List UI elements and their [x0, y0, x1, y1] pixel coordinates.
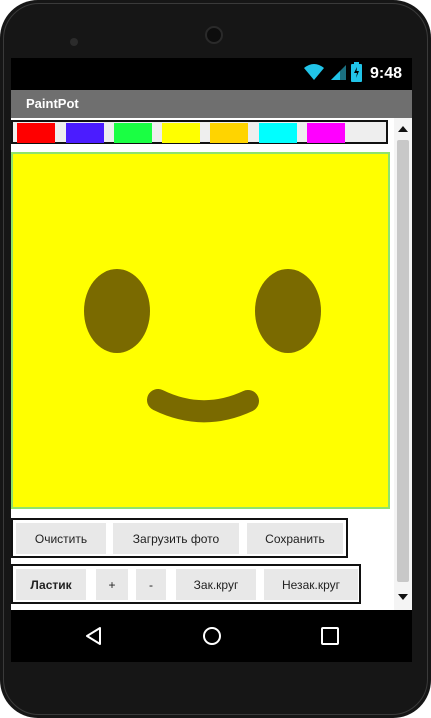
clear-button[interactable]: Очистить	[16, 523, 106, 554]
screen: 9:48 PaintPot Очистить Загрузить фото Со…	[11, 58, 412, 662]
smile	[147, 389, 259, 423]
left-eye	[84, 269, 150, 353]
size-minus-button[interactable]: -	[136, 569, 166, 600]
front-camera	[205, 26, 223, 44]
swatch-blue[interactable]	[66, 123, 104, 143]
wifi-icon	[303, 63, 325, 86]
back-icon[interactable]	[82, 624, 106, 648]
status-time: 9:48	[369, 65, 402, 82]
nav-bar	[11, 610, 412, 662]
swatch-magenta[interactable]	[307, 123, 345, 143]
phone-frame: 9:48 PaintPot Очистить Загрузить фото Со…	[0, 0, 431, 718]
recents-icon[interactable]	[318, 624, 342, 648]
swatch-cyan[interactable]	[259, 123, 297, 143]
status-bar: 9:48	[11, 58, 412, 90]
swatch-gold[interactable]	[210, 123, 248, 143]
app-title: PaintPot	[26, 96, 79, 111]
title-bar: PaintPot	[11, 90, 412, 118]
status-icons: 9:48	[303, 61, 402, 87]
action-row: Очистить Загрузить фото Сохранить	[11, 518, 348, 558]
home-icon[interactable]	[200, 624, 224, 648]
canvas-drawing	[84, 269, 321, 423]
filled-circle-button[interactable]: Зак.круг	[176, 569, 256, 600]
size-plus-button[interactable]: +	[96, 569, 128, 600]
swatch-yellow[interactable]	[162, 123, 200, 143]
scrollbar[interactable]	[394, 118, 412, 610]
save-button[interactable]: Сохранить	[247, 523, 343, 554]
drawing-canvas[interactable]	[11, 152, 390, 509]
swatch-green[interactable]	[114, 123, 152, 143]
empty-circle-button[interactable]: Незак.круг	[264, 569, 358, 600]
volume-button	[0, 150, 2, 210]
right-eye	[255, 269, 321, 353]
cell-signal-icon	[329, 63, 347, 86]
scroll-up-icon[interactable]	[397, 123, 409, 135]
tools-row: Ластик + - Зак.круг Незак.круг	[11, 564, 361, 604]
scroll-down-icon[interactable]	[397, 591, 409, 603]
battery-icon	[350, 61, 362, 87]
swatch-red[interactable]	[17, 123, 55, 143]
proximity-sensor	[70, 38, 78, 46]
eraser-button[interactable]: Ластик	[16, 569, 86, 600]
load-photo-button[interactable]: Загрузить фото	[113, 523, 239, 554]
scroll-thumb[interactable]	[397, 140, 409, 582]
app-content: Очистить Загрузить фото Сохранить Ластик…	[11, 118, 412, 610]
color-palette	[11, 120, 388, 144]
